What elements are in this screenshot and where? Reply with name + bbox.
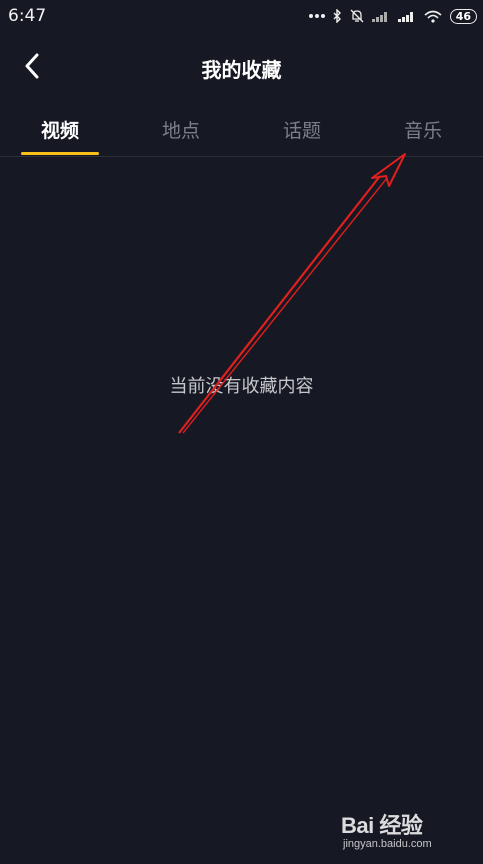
active-tab-indicator (21, 152, 99, 155)
favorites-screen: 6:47 46 我的收藏 视频 地点 话题 音乐 当前没有收藏内容 Bai 经验… (0, 0, 483, 864)
signal-icon (397, 10, 416, 22)
status-time: 6:47 (8, 6, 47, 26)
mute-icon (350, 9, 364, 23)
tab-music[interactable]: 音乐 (363, 116, 483, 143)
more-dots-icon (308, 13, 325, 19)
wifi-icon (424, 10, 442, 23)
header: 我的收藏 (0, 40, 483, 96)
watermark-logo: Bai 经验 (341, 813, 423, 838)
tab-bar: 视频 地点 话题 音乐 (0, 104, 483, 157)
tab-topics[interactable]: 话题 (242, 116, 362, 143)
status-icons: 46 (308, 7, 477, 25)
bluetooth-icon (333, 9, 342, 23)
status-bar: 6:47 46 (0, 0, 483, 34)
empty-state-message: 当前没有收藏内容 (169, 376, 314, 397)
tab-places[interactable]: 地点 (121, 116, 241, 143)
page-title: 我的收藏 (201, 58, 282, 82)
tab-videos[interactable]: 视频 (0, 116, 120, 143)
watermark-url: jingyan.baidu.com (343, 838, 432, 850)
battery-icon: 46 (449, 8, 477, 24)
signal-icon (371, 10, 390, 22)
baidu-jingyan-watermark: Bai 经验 jingyan.baidu.com (339, 806, 459, 858)
